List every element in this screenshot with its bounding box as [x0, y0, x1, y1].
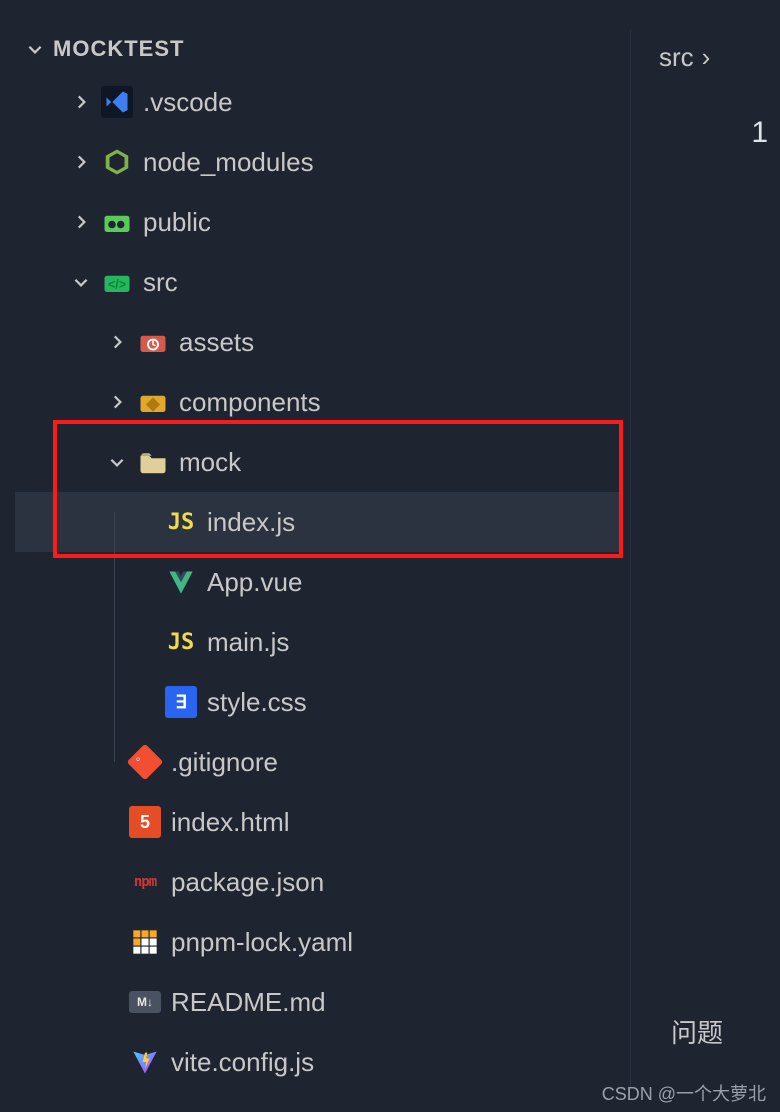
svg-text:</>: </> [108, 277, 126, 291]
vscode-folder-icon [101, 86, 133, 118]
folder-public[interactable]: public [15, 192, 620, 252]
markdown-file-icon: M↓ [129, 991, 161, 1013]
vite-file-icon [129, 1046, 161, 1078]
file-label: main.js [207, 627, 289, 658]
chevron-right-icon [71, 152, 91, 172]
folder-label: .vscode [143, 87, 233, 118]
pnpm-file-icon [129, 926, 161, 958]
folder-label: components [179, 387, 321, 418]
folder-open-icon [137, 446, 169, 478]
chevron-right-icon [107, 392, 127, 412]
file-label: App.vue [207, 567, 302, 598]
file-label: README.md [171, 987, 326, 1018]
explorer-sidebar: MOCKTEST .vscode node_modules public </>… [15, 30, 620, 1092]
section-title: MOCKTEST [53, 36, 184, 62]
src-folder-icon: </> [101, 266, 133, 298]
file-pnpm-lock[interactable]: pnpm-lock.yaml [15, 912, 620, 972]
git-file-icon: ◦ [129, 746, 161, 778]
folder-node-modules[interactable]: node_modules [15, 132, 620, 192]
file-label: index.html [171, 807, 290, 838]
file-label: pnpm-lock.yaml [171, 927, 353, 958]
chevron-right-icon [107, 332, 127, 352]
components-folder-icon [137, 386, 169, 418]
watermark-text: CSDN @一个大萝北 [602, 1080, 766, 1106]
file-vite-config[interactable]: vite.config.js [15, 1032, 620, 1092]
file-label: vite.config.js [171, 1047, 314, 1078]
assets-folder-icon [137, 326, 169, 358]
breadcrumb-part[interactable]: src [659, 42, 694, 73]
folder-label: public [143, 207, 211, 238]
js-file-icon: JS [165, 506, 197, 538]
folder-components[interactable]: components [15, 372, 620, 432]
folder-src[interactable]: </> src [15, 252, 620, 312]
folder-assets[interactable]: assets [15, 312, 620, 372]
file-label: .gitignore [171, 747, 278, 778]
indent-guide [114, 512, 115, 762]
line-number: 1 [751, 116, 768, 150]
file-style-css[interactable]: ∃ style.css [15, 672, 620, 732]
npm-file-icon: npm [129, 866, 161, 898]
file-tree: .vscode node_modules public </> src asse… [15, 68, 620, 1092]
folder-label: src [143, 267, 178, 298]
file-label: index.js [207, 507, 295, 538]
js-file-icon: JS [165, 626, 197, 658]
nodejs-folder-icon [101, 146, 133, 178]
folder-mock[interactable]: mock [15, 432, 620, 492]
file-index-html[interactable]: 5 index.html [15, 792, 620, 852]
html-file-icon: 5 [129, 806, 161, 838]
explorer-section-header[interactable]: MOCKTEST [15, 30, 620, 68]
file-gitignore[interactable]: ◦ .gitignore [15, 732, 620, 792]
file-main-js[interactable]: JS main.js [15, 612, 620, 672]
chevron-down-icon [107, 452, 127, 472]
chevron-down-icon [25, 39, 45, 59]
chevron-right-icon [71, 212, 91, 232]
file-app-vue[interactable]: App.vue [15, 552, 620, 612]
folder-label: assets [179, 327, 254, 358]
chevron-right-icon: › [702, 42, 711, 73]
folder-label: mock [179, 447, 241, 478]
file-label: style.css [207, 687, 307, 718]
file-index-js[interactable]: JS index.js [15, 492, 620, 552]
chevron-right-icon [71, 92, 91, 112]
vue-file-icon [165, 566, 197, 598]
editor-pane: src › 1 问题 [630, 30, 780, 1090]
public-folder-icon [101, 206, 133, 238]
folder-label: node_modules [143, 147, 314, 178]
chevron-down-icon [71, 272, 91, 292]
problems-tab[interactable]: 问题 [671, 1013, 723, 1050]
file-readme-md[interactable]: M↓ README.md [15, 972, 620, 1032]
folder-vscode[interactable]: .vscode [15, 72, 620, 132]
css-file-icon: ∃ [165, 686, 197, 718]
file-label: package.json [171, 867, 324, 898]
breadcrumb[interactable]: src › [659, 42, 710, 73]
file-package-json[interactable]: npm package.json [15, 852, 620, 912]
